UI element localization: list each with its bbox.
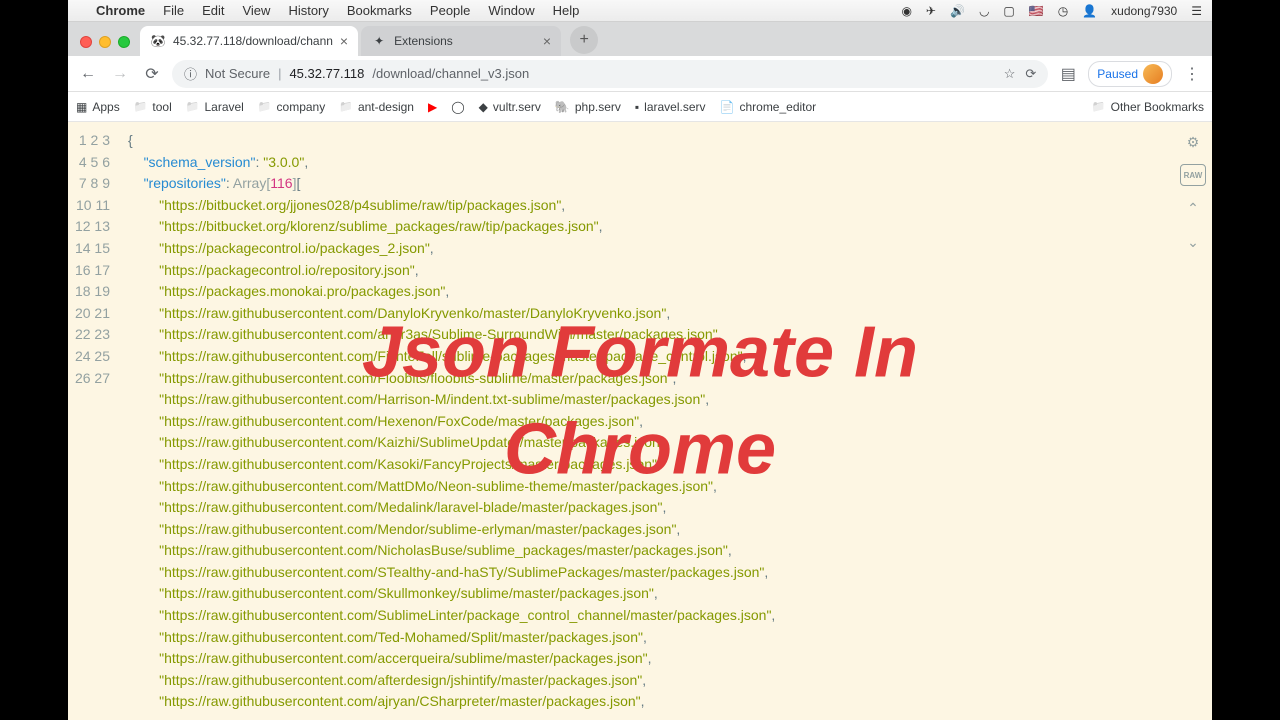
bookmark-tool[interactable]: tool — [134, 100, 172, 114]
clock-icon[interactable]: ◷ — [1058, 4, 1068, 18]
line-number-gutter: 1 2 3 4 5 6 7 8 9 10 11 12 13 14 15 16 1… — [68, 122, 120, 720]
security-status: Not Secure — [205, 66, 270, 81]
tab-title: Extensions — [394, 34, 453, 48]
minimize-window-button[interactable] — [99, 36, 111, 48]
tab-strip: 🐼 45.32.77.118/download/chann × ✦ Extens… — [68, 22, 1212, 56]
maximize-window-button[interactable] — [118, 36, 130, 48]
app-name[interactable]: Chrome — [96, 3, 145, 18]
extension-favicon-icon: ✦ — [371, 33, 387, 49]
status-icon[interactable]: ◉ — [901, 4, 911, 18]
bookmark-youtube-icon[interactable]: ▶ — [428, 100, 437, 114]
json-code[interactable]: { "schema_version": "3.0.0", "repositori… — [120, 122, 1212, 720]
bookmark-company[interactable]: company — [258, 100, 325, 114]
back-button[interactable]: ← — [76, 62, 100, 86]
collapse-up-icon[interactable]: ⌃ — [1181, 196, 1205, 220]
location-icon[interactable]: ✈ — [926, 4, 936, 18]
bookmark-chromeeditor[interactable]: 📄 chrome_editor — [720, 100, 817, 114]
extensions-icon[interactable]: ▤ — [1056, 62, 1080, 86]
menu-people[interactable]: People — [430, 3, 470, 18]
info-icon[interactable]: ⓘ — [184, 64, 197, 83]
close-tab-icon[interactable]: × — [543, 33, 551, 49]
battery-icon[interactable]: ▢ — [1003, 4, 1014, 18]
menu-file[interactable]: File — [163, 3, 184, 18]
tab-title: 45.32.77.118/download/chann — [173, 34, 333, 48]
profile-avatar-icon — [1143, 64, 1163, 84]
browser-toolbar: ← → ⟳ ⓘ Not Secure | 45.32.77.118/downlo… — [68, 56, 1212, 92]
chrome-menu-button[interactable]: ⋮ — [1180, 62, 1204, 86]
new-tab-button[interactable]: + — [570, 26, 598, 54]
bookmark-vultr[interactable]: ◆ vultr.serv — [479, 100, 541, 114]
bookmark-apps[interactable]: ▦ Apps — [76, 100, 120, 114]
menu-bookmarks[interactable]: Bookmarks — [347, 3, 412, 18]
expand-down-icon[interactable]: ⌄ — [1181, 230, 1205, 254]
bookmark-phpserv[interactable]: 🐘 php.serv — [555, 100, 621, 114]
tab-favicon-icon: 🐼 — [150, 33, 166, 49]
raw-toggle-button[interactable]: RAW — [1180, 164, 1206, 186]
address-bar[interactable]: ⓘ Not Secure | 45.32.77.118/download/cha… — [172, 60, 1048, 88]
menu-window[interactable]: Window — [488, 3, 534, 18]
volume-icon[interactable]: 🔊 — [950, 4, 965, 18]
close-tab-icon[interactable]: × — [340, 33, 348, 49]
username[interactable]: xudong7930 — [1111, 4, 1177, 18]
bookmark-laravel[interactable]: Laravel — [186, 100, 244, 114]
json-viewer: 1 2 3 4 5 6 7 8 9 10 11 12 13 14 15 16 1… — [68, 122, 1212, 720]
macos-menubar: Chrome File Edit View History Bookmarks … — [68, 0, 1212, 22]
reload-button[interactable]: ⟳ — [140, 62, 164, 86]
star-bookmark-icon[interactable]: ☆ — [1004, 66, 1016, 82]
menu-view[interactable]: View — [242, 3, 270, 18]
control-center-icon[interactable]: ☰ — [1191, 4, 1202, 18]
extension-action-icon[interactable]: ⟳ — [1025, 66, 1036, 82]
menu-help[interactable]: Help — [553, 3, 580, 18]
bookmarks-bar: ▦ Apps tool Laravel company ant-design ▶… — [68, 92, 1212, 122]
menu-edit[interactable]: Edit — [202, 3, 224, 18]
settings-gear-icon[interactable]: ⚙ — [1181, 130, 1205, 154]
input-source-icon[interactable]: 🇺🇸 — [1029, 4, 1044, 18]
bookmark-github-icon[interactable]: ◯ — [451, 100, 464, 114]
close-window-button[interactable] — [80, 36, 92, 48]
url-path: /download/channel_v3.json — [372, 66, 529, 81]
bookmark-antdesign[interactable]: ant-design — [339, 100, 414, 114]
menu-history[interactable]: History — [288, 3, 328, 18]
tab-json-page[interactable]: 🐼 45.32.77.118/download/chann × — [140, 26, 358, 56]
paused-label: Paused — [1097, 67, 1138, 81]
wifi-icon[interactable]: ◡ — [979, 4, 989, 18]
window-controls — [76, 36, 140, 56]
url-host: 45.32.77.118 — [289, 66, 364, 81]
other-bookmarks[interactable]: Other Bookmarks — [1092, 100, 1204, 114]
tab-extensions[interactable]: ✦ Extensions × — [361, 26, 561, 56]
forward-button[interactable]: → — [108, 62, 132, 86]
user-icon[interactable]: 👤 — [1082, 4, 1097, 18]
profile-paused-chip[interactable]: Paused — [1088, 61, 1172, 87]
bookmark-laravelserv[interactable]: ▪ laravel.serv — [635, 100, 706, 114]
